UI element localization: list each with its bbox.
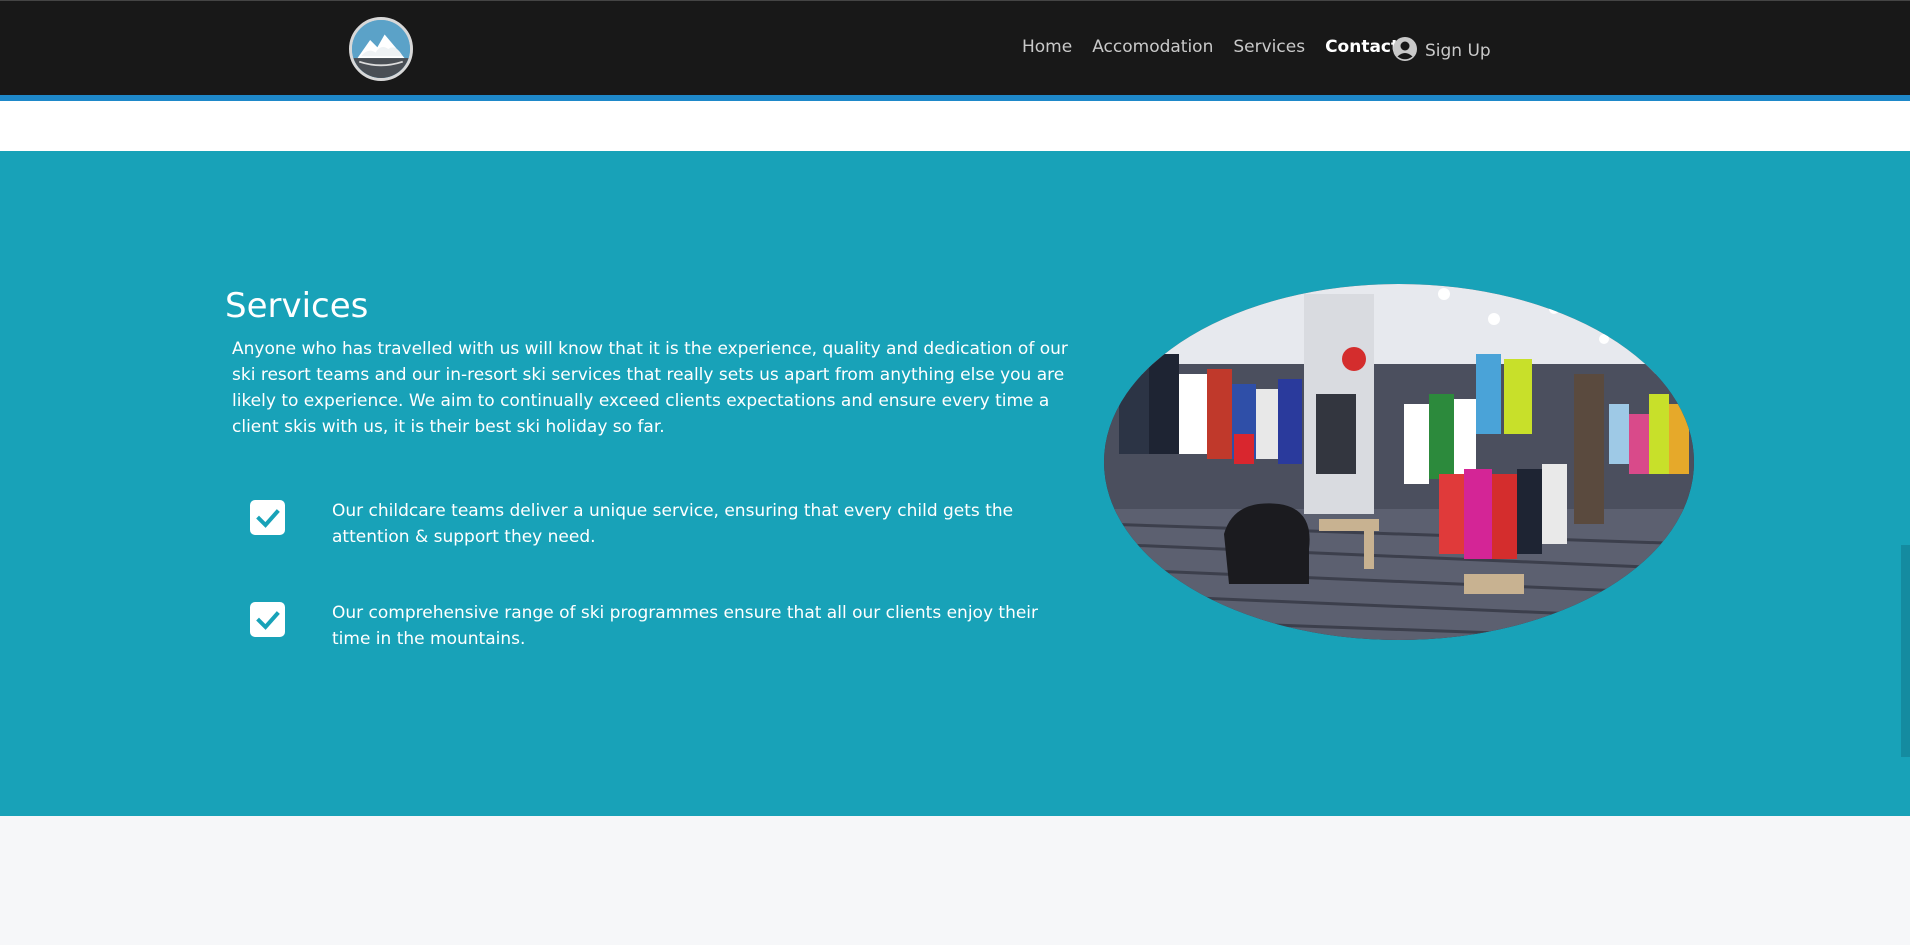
scrollbar-thumb[interactable] bbox=[1901, 545, 1910, 757]
feature-text: Our comprehensive range of ski programme… bbox=[332, 603, 1039, 649]
navbar: Home Accomodation Services Contact Sign … bbox=[0, 0, 1910, 102]
nav-link-services[interactable]: Services bbox=[1233, 37, 1305, 57]
signup-button[interactable]: Sign Up bbox=[1392, 35, 1491, 63]
spacer-band bbox=[0, 101, 1910, 151]
services-intro: Anyone who has travelled with us will kn… bbox=[232, 339, 1068, 437]
mountain-logo-icon[interactable] bbox=[349, 17, 413, 81]
feature-item: Our comprehensive range of ski programme… bbox=[250, 600, 1080, 652]
checkbox-icon bbox=[250, 602, 285, 637]
nav-link-accomodation[interactable]: Accomodation bbox=[1092, 37, 1213, 57]
nav-link-home[interactable]: Home bbox=[1022, 37, 1072, 57]
user-circle-icon bbox=[1392, 36, 1418, 62]
footer-band bbox=[0, 816, 1910, 945]
services-title: Services bbox=[225, 286, 369, 326]
checkbox-icon bbox=[250, 500, 285, 535]
nav-link-contact[interactable]: Contact bbox=[1325, 37, 1399, 57]
signup-label: Sign Up bbox=[1425, 41, 1491, 61]
feature-item: Our childcare teams deliver a unique ser… bbox=[250, 498, 1080, 550]
main-nav: Home Accomodation Services Contact bbox=[1022, 35, 1419, 59]
feature-text: Our childcare teams deliver a unique ser… bbox=[332, 501, 1014, 547]
ski-store-photo bbox=[1104, 284, 1694, 640]
